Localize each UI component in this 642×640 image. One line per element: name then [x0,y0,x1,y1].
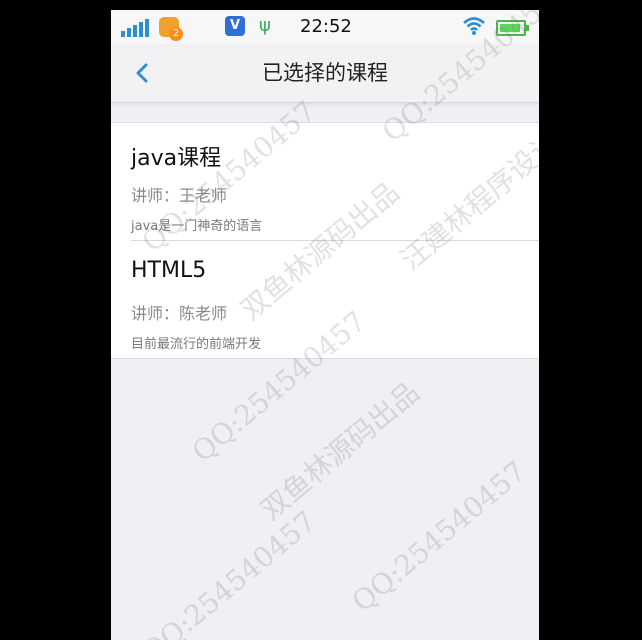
watermark-text: QQ:254540457 [135,504,323,640]
notification-app-icon [159,17,183,41]
course-name: HTML5 [131,258,207,283]
course-name: java课程 [131,146,222,171]
status-time: 22:52 [300,16,352,37]
nav-bar: 已选择的课程 [111,44,539,103]
course-teacher: 讲师：陈老师 [131,304,228,323]
course-teacher: 讲师：王老师 [131,186,228,205]
watermark-text: 双鱼林源码出品 [254,375,426,527]
status-middle: V ψ [225,16,271,36]
signal-icon [121,19,149,37]
course-description: java是一门神奇的语言 [131,219,263,234]
back-chevron-icon[interactable] [129,58,157,88]
course-item[interactable]: HTML5 讲师：陈老师 目前最流行的前端开发 [131,240,539,358]
page-title: 已选择的课程 [262,61,388,85]
course-list: java课程 讲师：王老师 java是一门神奇的语言 HTML5 讲师：陈老师 … [111,122,539,359]
status-left [121,17,183,41]
usb-icon: ψ [259,15,271,36]
status-bar: V ψ 22:52 [111,10,539,44]
wifi-icon [463,17,485,35]
watermark-text: QQ:254540457 [345,454,533,619]
app-v-icon: V [225,16,245,36]
course-description: 目前最流行的前端开发 [131,337,262,352]
course-item[interactable]: java课程 讲师：王老师 java是一门神奇的语言 [111,123,539,240]
battery-icon [496,20,529,36]
phone-screen: V ψ 22:52 已选择的课程 java课程 讲师：王老师 java是一门神奇… [111,10,539,640]
